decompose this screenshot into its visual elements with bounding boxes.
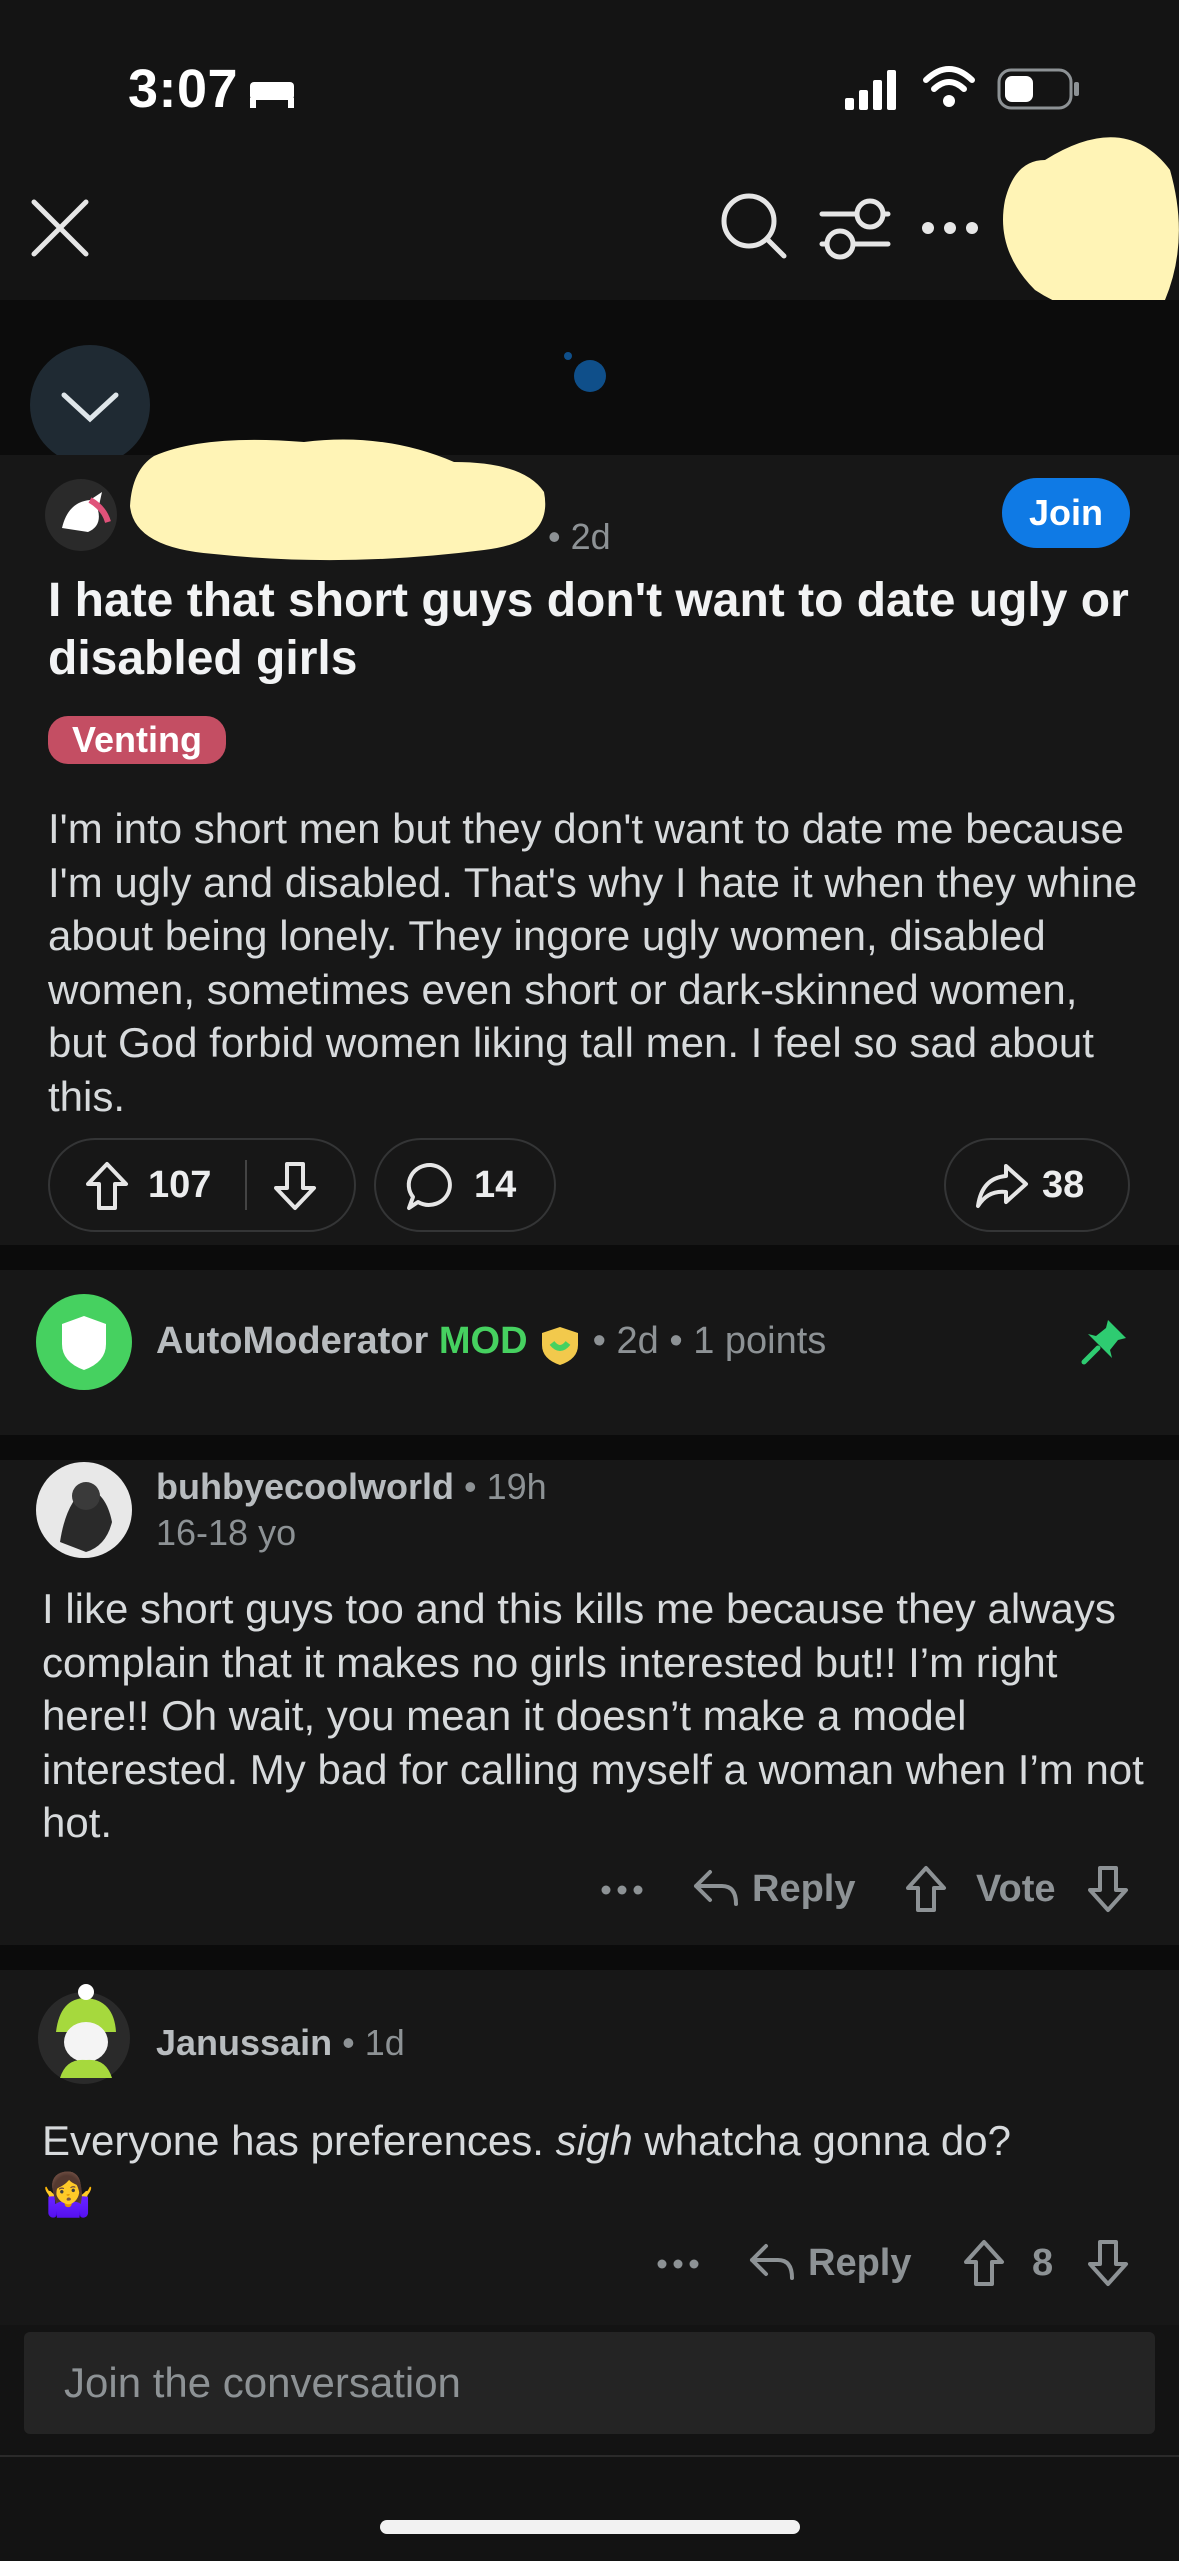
post-age-text: 2d [570,516,611,557]
reply-button[interactable]: Reply [808,2242,911,2285]
join-button[interactable]: Join [1002,478,1130,548]
upvote-icon[interactable] [902,1864,950,1914]
mod-badge: MOD [438,1320,528,1362]
mod-shield-icon [538,1323,582,1365]
post-title: I hate that short guys don't want to dat… [48,574,1129,685]
subreddit-avatar[interactable] [44,478,118,552]
more-icon[interactable] [920,218,980,238]
battery-icon [997,68,1079,110]
automod-meta: • 2d • 1 points [592,1320,827,1362]
comment-username[interactable]: Janussain [156,2022,332,2063]
loading-dots [564,352,606,392]
more-icon[interactable] [656,2256,700,2272]
post-age: • 2d [548,516,611,557]
search-icon[interactable] [718,190,790,262]
comment-body: Everyone has preferences. sigh whatcha g… [42,2114,1152,2221]
filter-icon[interactable] [818,196,892,262]
redaction-scribble [130,439,546,561]
separator [0,1435,1179,1460]
downvote-icon[interactable] [270,1160,320,1212]
join-conversation-input[interactable] [24,2332,1155,2434]
wifi-icon [923,66,975,107]
downvote-icon[interactable] [1084,2238,1132,2288]
comment-body-emphasis: sigh [555,2117,633,2164]
vote-divider [245,1160,247,1210]
comment-composer[interactable] [24,2332,1155,2434]
comment-username[interactable]: buhbyecoolworld [156,1466,454,1507]
share-count: 38 [1042,1164,1085,1206]
comment-body-text: whatcha gonna do? [632,2117,1011,2164]
user-avatar[interactable] [36,1462,132,1558]
post-body: I'm into short men but they don't want t… [48,805,1138,1120]
user-avatar[interactable] [36,1982,132,2086]
comment-age: • 19h [464,1466,547,1507]
comment-body: I like short guys too and this kills me … [42,1585,1144,1846]
signal-icon [845,70,896,110]
vote-count: 8 [1032,2242,1054,2284]
close-icon[interactable] [28,196,92,260]
reply-button[interactable]: Reply [752,1868,855,1911]
bottom-area [0,2455,1179,2561]
reply-icon [750,2244,794,2280]
reply-icon [694,1870,738,1906]
automod-avatar [36,1294,132,1390]
vote-count: 107 [148,1164,212,1206]
automod-header: AutoModerator MOD • 2d • 1 points [156,1320,827,1365]
share-icon [976,1164,1028,1208]
user-flair: 16-18 yo [156,1512,297,1553]
comment-header: buhbyecoolworld • 19h [156,1466,547,1508]
downvote-icon[interactable] [1084,1864,1132,1914]
home-indicator[interactable] [380,2520,800,2534]
sleep-bed-icon [250,82,294,108]
status-time: 3:07 [128,59,239,119]
comment-icon [406,1162,452,1210]
separator [0,1245,1179,1270]
upvote-icon[interactable] [960,2238,1008,2288]
automod-name[interactable]: AutoModerator [156,1320,428,1362]
post-flair[interactable]: Venting [48,716,227,764]
share-button[interactable] [944,1138,1130,1232]
shrug-emoji: 🤷‍♀️ [42,2170,95,2218]
more-icon[interactable] [600,1882,644,1898]
pin-icon [1081,1320,1126,1365]
comments-button[interactable] [374,1138,556,1232]
comment-count: 14 [474,1164,517,1206]
comment-age: • 1d [342,2022,405,2063]
comment-header: Janussain • 1d [156,2022,405,2064]
separator [0,1945,1179,1970]
upvote-icon[interactable] [82,1160,132,1212]
vote-label: Vote [976,1868,1056,1910]
comment-body-text: Everyone has preferences. [42,2117,556,2164]
